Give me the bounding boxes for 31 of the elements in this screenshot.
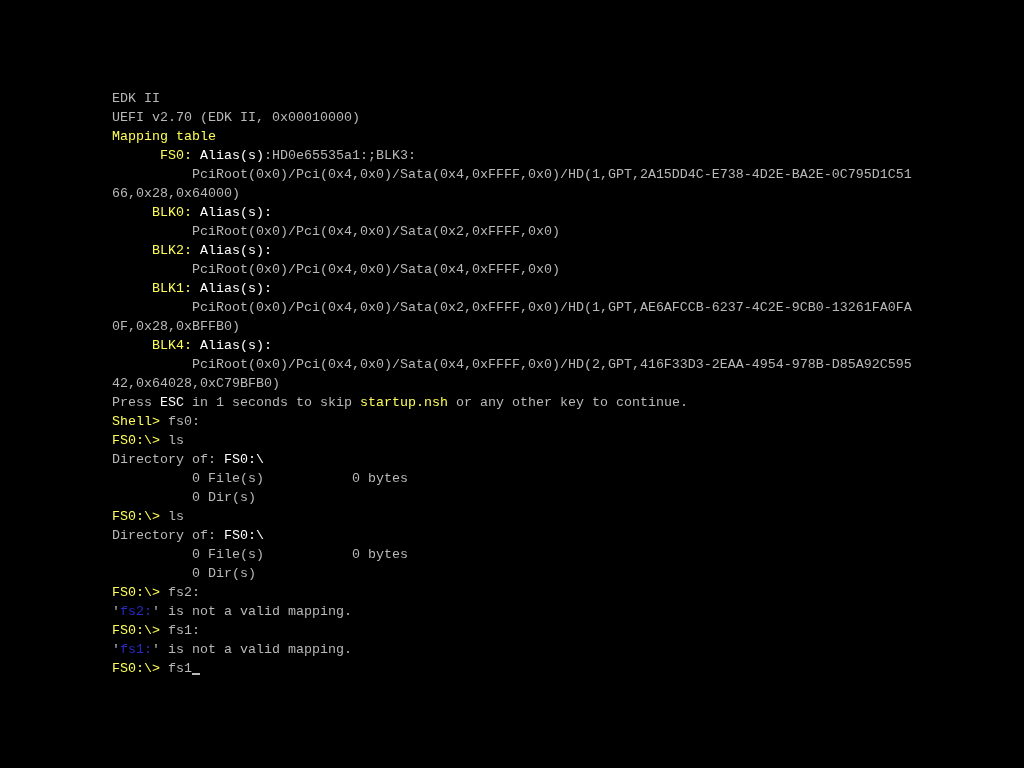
console-line: Shell> fs0: xyxy=(112,413,200,431)
console-line: UEFI v2.70 (EDK II, 0x00010000) xyxy=(112,109,360,127)
console-line: FS0: Alias(s):HD0e65535a1:;BLK3: xyxy=(159,147,416,165)
console-line: 42,0x64028,0xC79BFB0) xyxy=(112,375,280,393)
console-line: 0 Dir(s) xyxy=(190,489,256,507)
console-line: 0F,0x28,0xBFFB0) xyxy=(112,318,240,336)
console-line: PciRoot(0x0)/Pci(0x4,0x0)/Sata(0x2,0xFFFF,0x0) xyxy=(190,223,560,241)
console-line: BLK1: Alias(s): xyxy=(151,280,272,298)
console-line: FS0:\> fs1 xyxy=(112,660,192,678)
console-line: BLK0: Alias(s): xyxy=(151,204,272,222)
console-line: 'fs1:' is not a valid mapping. xyxy=(112,641,352,659)
console-line: PciRoot(0x0)/Pci(0x4,0x0)/Sata(0x4,0xFFFF,0x0)/HD(1,GPT,2A15DD4C-E738-4D2E-BA2E-0C795D1C51 xyxy=(190,166,912,184)
console-line: Press ESC in 1 seconds to skip startup.nsh or any other key to continue. xyxy=(112,394,688,412)
console-line: Directory of: FS0:\ xyxy=(112,527,264,545)
console-line: 0 Dir(s) xyxy=(190,565,256,583)
console-line: FS0:\> ls xyxy=(112,508,184,526)
console-line: BLK4: Alias(s): xyxy=(151,337,272,355)
console-line: BLK2: Alias(s): xyxy=(151,242,272,260)
console-line: EDK II xyxy=(112,90,160,108)
console-line: PciRoot(0x0)/Pci(0x4,0x0)/Sata(0x4,0xFFFF,0x0) xyxy=(190,261,560,279)
console-line: Directory of: FS0:\ xyxy=(112,451,264,469)
console-line: FS0:\> fs2: xyxy=(112,584,200,602)
console-line: 0 File(s) 0 bytes xyxy=(190,470,408,488)
console-line: 'fs2:' is not a valid mapping. xyxy=(112,603,352,621)
console-line: PciRoot(0x0)/Pci(0x4,0x0)/Sata(0x4,0xFFFF,0x0)/HD(2,GPT,416F33D3-2EAA-4954-978B-D85A92C595 xyxy=(190,356,912,374)
console-line: Mapping table xyxy=(112,128,216,146)
console-line: FS0:\> ls xyxy=(112,432,184,450)
console-line: FS0:\> fs1: xyxy=(112,622,200,640)
console-line: PciRoot(0x0)/Pci(0x4,0x0)/Sata(0x2,0xFFFF,0x0)/HD(1,GPT,AE6AFCCB-6237-4C2E-9CB0-13261FA0FA xyxy=(190,299,912,317)
console-line: 0 File(s) 0 bytes xyxy=(190,546,408,564)
console-line: 66,0x28,0x64000) xyxy=(112,185,240,203)
